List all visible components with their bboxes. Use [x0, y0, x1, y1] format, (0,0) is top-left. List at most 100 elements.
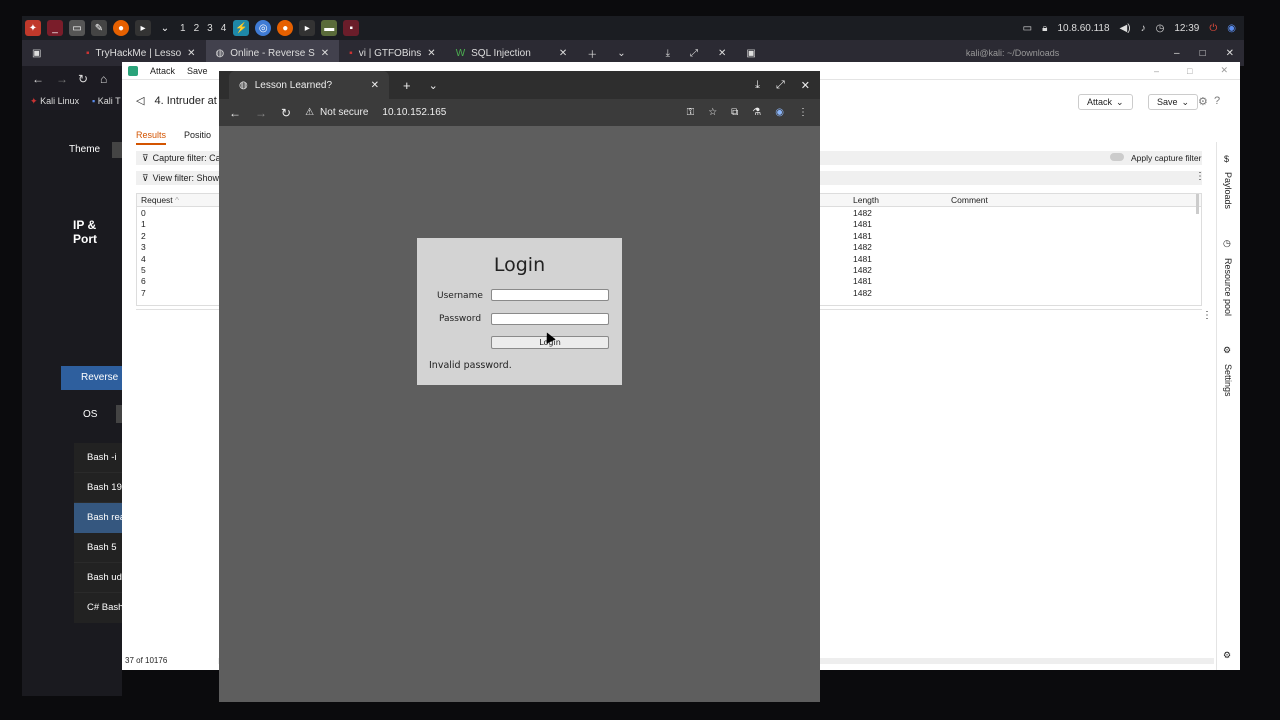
reload-icon[interactable]: ↻	[281, 106, 291, 120]
reverse-button[interactable]: Reverse	[61, 366, 122, 390]
shell-item[interactable]: Bash udp	[74, 563, 122, 593]
display-icon[interactable]: ▭	[1023, 23, 1032, 34]
settings-icon[interactable]: ⚙	[1223, 650, 1231, 661]
attack-button[interactable]: Attack ⌄	[1078, 94, 1133, 110]
reload-icon[interactable]: ↻	[78, 72, 88, 86]
new-tab-button[interactable]: +	[403, 78, 411, 93]
close-icon[interactable]: ✕	[371, 80, 379, 91]
more-options-icon[interactable]: ⋮	[1202, 310, 1212, 321]
help-icon[interactable]: ?	[1214, 95, 1220, 107]
firefox-task-icon[interactable]: ●	[277, 20, 294, 36]
table-scrollbar[interactable]	[1196, 194, 1199, 214]
lock-icon: 🔒︎	[1042, 22, 1048, 34]
bookmark-kali[interactable]: ✦ Kali Linux	[30, 96, 79, 107]
bell-icon[interactable]: ♪	[1141, 23, 1146, 34]
address-bar[interactable]: ⚠ Not secure 10.10.152.165	[305, 107, 446, 118]
status-count: 37 of 10176	[125, 656, 168, 665]
forward-icon[interactable]: →	[255, 106, 267, 120]
tab-search-icon[interactable]: ⌄	[429, 79, 438, 92]
side-tab-payloads[interactable]: Payloads	[1223, 172, 1233, 209]
download-icon[interactable]: ⤓	[755, 79, 760, 92]
burp-task-icon[interactable]: ⚡	[233, 20, 250, 36]
files-icon[interactable]: ▭	[69, 20, 85, 36]
back-icon[interactable]: ◁	[136, 94, 144, 107]
username-label: Username	[437, 291, 483, 301]
menu-attack[interactable]: Attack	[150, 66, 175, 76]
apply-capture-filter-toggle[interactable]	[1110, 153, 1124, 161]
username-field[interactable]	[491, 289, 609, 301]
column-length[interactable]: Length	[853, 195, 879, 205]
kali-menu-icon[interactable]: ✦	[25, 20, 41, 36]
theme-select[interactable]	[112, 142, 122, 158]
chevron-down-icon[interactable]: ⌄	[157, 20, 173, 36]
workspace-1[interactable]: 1	[180, 23, 186, 34]
workspace-4[interactable]: 4	[221, 23, 227, 34]
firefox-icon[interactable]: ●	[113, 20, 129, 36]
close-icon[interactable]: ✕	[187, 48, 195, 59]
attack-title-row: ◁ 4. Intruder at	[136, 94, 217, 108]
resource-pool-icon[interactable]: ◷	[1223, 238, 1231, 249]
minimize-icon[interactable]: –	[1154, 66, 1159, 76]
more-options-icon[interactable]: ⋮	[1195, 171, 1205, 182]
column-request[interactable]: Request ^	[141, 195, 179, 205]
home-icon[interactable]: ⌂	[100, 72, 107, 86]
tab-title: Lesson Learned?	[254, 79, 333, 91]
maximize-icon[interactable]: □	[1187, 66, 1192, 76]
payloads-icon[interactable]: $	[1224, 154, 1229, 164]
user-icon[interactable]: ◉	[1227, 23, 1236, 34]
workspace-3[interactable]: 3	[207, 23, 213, 34]
text-editor-icon[interactable]: ✎	[91, 20, 107, 36]
firefox-tab-overview[interactable]: ▣	[22, 40, 76, 66]
column-comment[interactable]: Comment	[951, 195, 988, 205]
burp-logo-icon	[128, 65, 138, 76]
menu-save[interactable]: Save	[187, 66, 208, 76]
expand-icon[interactable]: ⤢	[776, 79, 785, 92]
settings-icon[interactable]: ⚙	[1198, 95, 1208, 108]
chromium-window: ◍ Lesson Learned? ✕ + ⌄ ⤓ ⤢ ✕ ← → ↻ ⚠ No…	[219, 71, 820, 702]
extensions-icon[interactable]: ⧉	[731, 107, 738, 118]
bookmark-kali-tools[interactable]: ▪ Kali T	[92, 96, 121, 106]
password-key-icon[interactable]: ⚿	[687, 107, 695, 118]
chromium-tab-active[interactable]: ◍ Lesson Learned? ✕	[229, 71, 389, 99]
side-tab-resource-pool[interactable]: Resource pool	[1223, 258, 1233, 316]
shell-item[interactable]: Bash -i	[74, 443, 122, 473]
forward-icon[interactable]: →	[56, 72, 68, 86]
shell-item[interactable]: Bash 196	[74, 473, 122, 503]
terminal-task-icon[interactable]: ▸	[299, 20, 316, 36]
side-tab-settings[interactable]: Settings	[1223, 364, 1233, 397]
terminal-icon[interactable]: ▸	[135, 20, 151, 36]
power-icon[interactable]: ⏻	[1209, 23, 1217, 34]
close-icon[interactable]: ✕	[1220, 65, 1228, 76]
chromium-task-icon[interactable]: ◎	[255, 20, 272, 36]
close-icon[interactable]: ✕	[321, 48, 329, 59]
shell-item-selected[interactable]: Bash rea	[74, 503, 122, 533]
close-icon[interactable]: ✕	[427, 48, 435, 59]
app-task-icon-2[interactable]: ▪	[343, 20, 360, 36]
system-taskbar: ✦ _ ▭ ✎ ● ▸ ⌄ 1 2 3 4 ⚡ ◎ ● ▸ ▬ ▪ ▭ 🔒︎ 1…	[22, 16, 1244, 40]
chevron-down-icon: ⌄	[1181, 96, 1190, 107]
terminal-launcher-icon[interactable]: _	[47, 20, 63, 36]
save-button[interactable]: Save ⌄	[1148, 94, 1199, 110]
shell-item[interactable]: Bash 5	[74, 533, 122, 563]
shell-item[interactable]: C# Bash	[74, 593, 122, 623]
back-icon[interactable]: ←	[32, 72, 44, 86]
apply-capture-filter-label: Apply capture filter	[1131, 153, 1202, 163]
workspace-2[interactable]: 2	[194, 23, 200, 34]
labs-icon[interactable]: ⚗	[752, 107, 761, 118]
close-icon[interactable]: ✕	[559, 48, 567, 59]
tab-results[interactable]: Results	[136, 130, 167, 145]
back-icon[interactable]: ←	[229, 106, 241, 120]
bookmark-star-icon[interactable]: ☆	[708, 107, 717, 118]
ip-port-title: IP & Port	[73, 218, 97, 246]
settings-icon[interactable]: ⚙	[1223, 345, 1231, 356]
sort-up-icon: ^	[175, 195, 180, 205]
gtfobins-icon: ▪	[349, 47, 353, 59]
firefox-navbar: ← → ↻ ⌂ ✦ Kali Linux ▪ Kali T	[22, 66, 122, 110]
profile-icon[interactable]: ◉	[775, 107, 784, 118]
tab-positions[interactable]: Positio	[184, 130, 211, 145]
app-task-icon[interactable]: ▬	[321, 20, 338, 36]
volume-icon[interactable]: ◀)	[1120, 23, 1131, 34]
password-field[interactable]	[491, 313, 609, 325]
close-icon[interactable]: ✕	[801, 79, 810, 92]
menu-icon[interactable]: ⋮	[798, 107, 808, 118]
